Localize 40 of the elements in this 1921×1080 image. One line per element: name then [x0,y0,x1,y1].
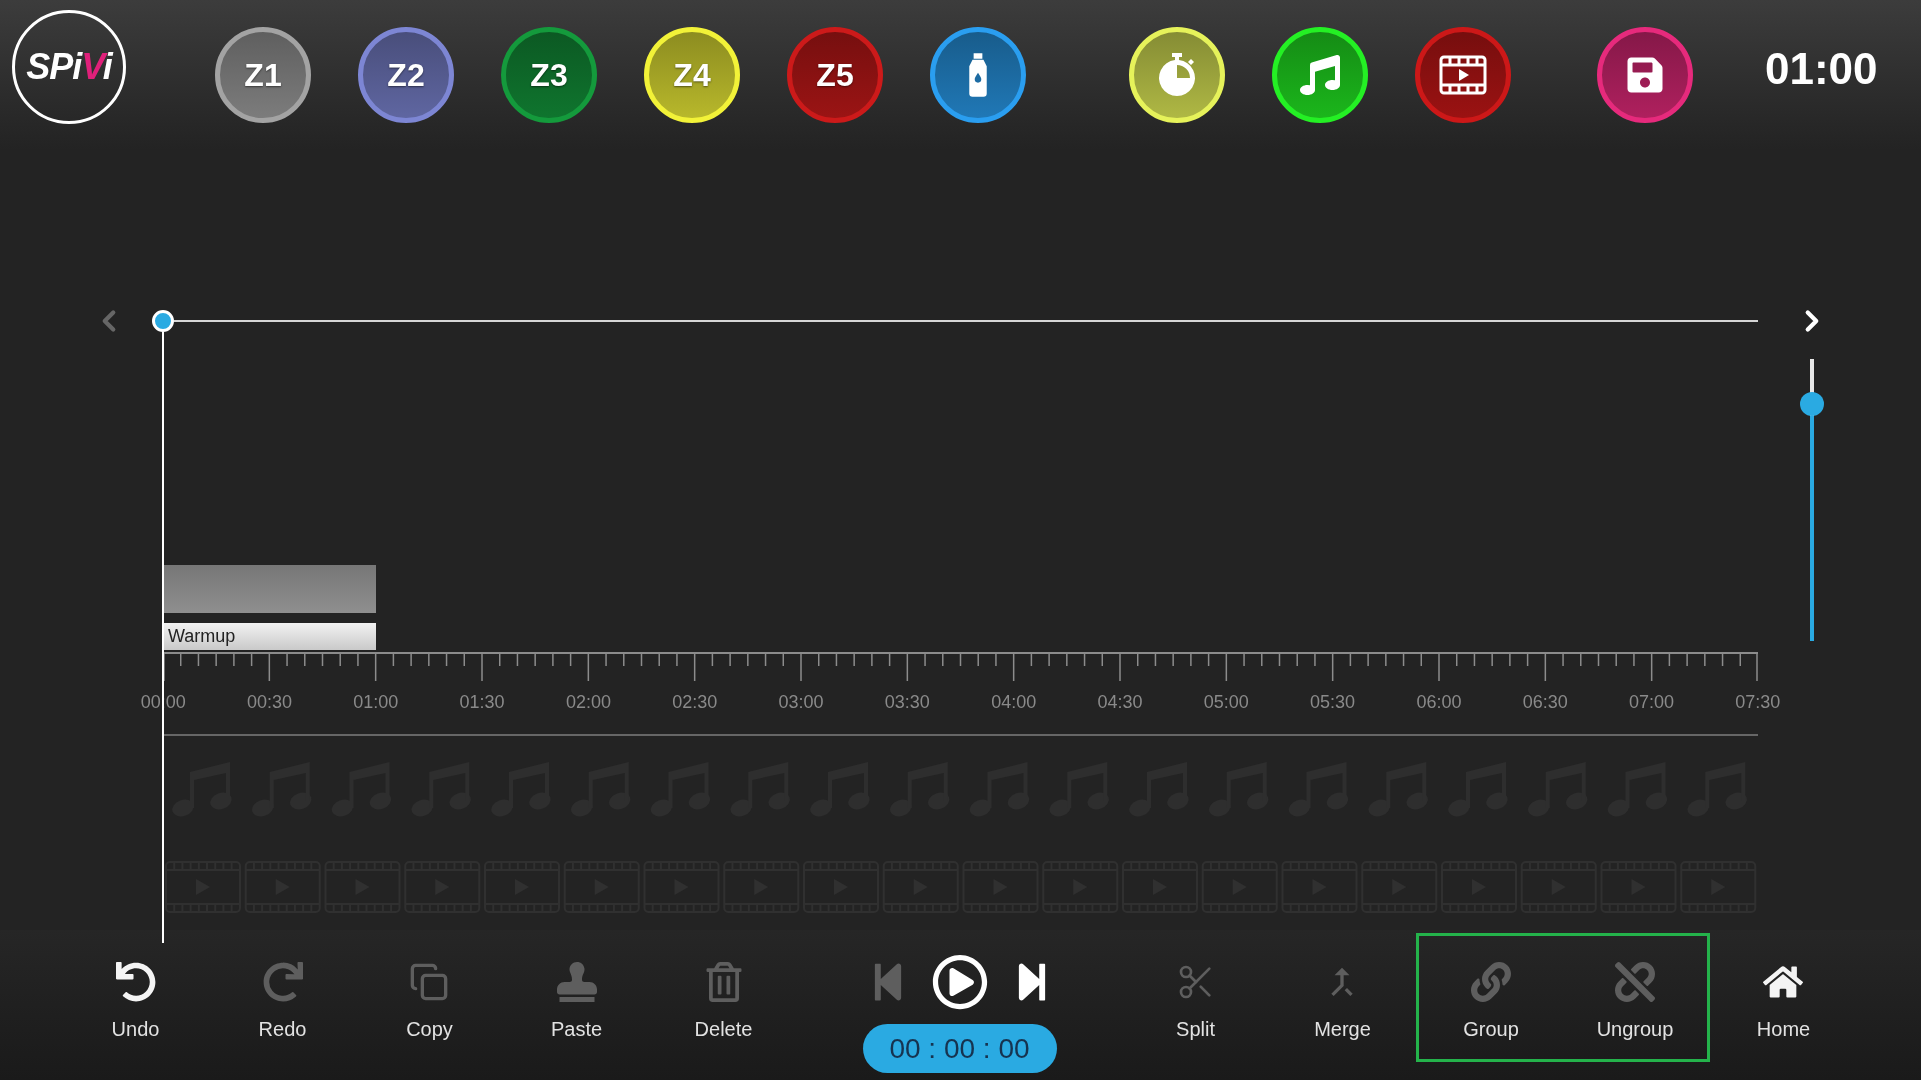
ruler-label: 05:30 [1310,691,1356,714]
zone-button[interactable]: Z3 [501,27,597,123]
duration-text: 01:00 [1765,43,1878,95]
zone-button[interactable]: Z2 [358,27,454,123]
ruler-label: 06:00 [1416,691,1462,714]
ruler-label: 07:30 [1735,691,1781,714]
ruler-label: 07:00 [1629,691,1675,714]
film-icon [1439,55,1487,95]
undo-icon [115,962,156,1002]
ruler-label: 04:30 [1097,691,1143,714]
time-display: 00 : 00 : 00 [862,1024,1057,1073]
ruler-label: 05:00 [1203,691,1249,714]
undo-button[interactable]: Undo [111,960,160,1041]
logo: SPiVi [12,10,126,124]
home-button[interactable]: Home [1756,960,1811,1041]
copy-icon [409,962,450,1002]
play-icon [931,954,988,1010]
segment-label: Warmup [163,623,376,650]
stopwatch-icon [1157,53,1197,97]
slider-thumb[interactable] [1800,392,1824,417]
play-button[interactable] [931,954,988,1010]
scrubber-thumb[interactable] [152,310,174,332]
link-icon [1471,962,1511,1002]
music-note-icon [1300,55,1340,95]
zone-button[interactable]: Z1 [215,27,311,123]
ruler-label: 01:30 [459,691,505,714]
bottle-icon [966,53,990,97]
ruler-label: 02:00 [565,691,611,714]
ruler-label: 01:00 [353,691,399,714]
ruler-label: 00:30 [246,691,292,714]
zone-button[interactable]: Z5 [787,27,883,123]
ruler-label: 02:30 [672,691,718,714]
ruler-label: 04:00 [991,691,1037,714]
redo-icon [262,962,303,1002]
ruler-label: 03:00 [778,691,824,714]
stamp-icon [556,962,597,1002]
ruler-label: 03:30 [884,691,930,714]
broken-link-icon [1615,962,1655,1002]
ruler-label: 06:30 [1522,691,1568,714]
film-frame-icon [165,861,241,913]
